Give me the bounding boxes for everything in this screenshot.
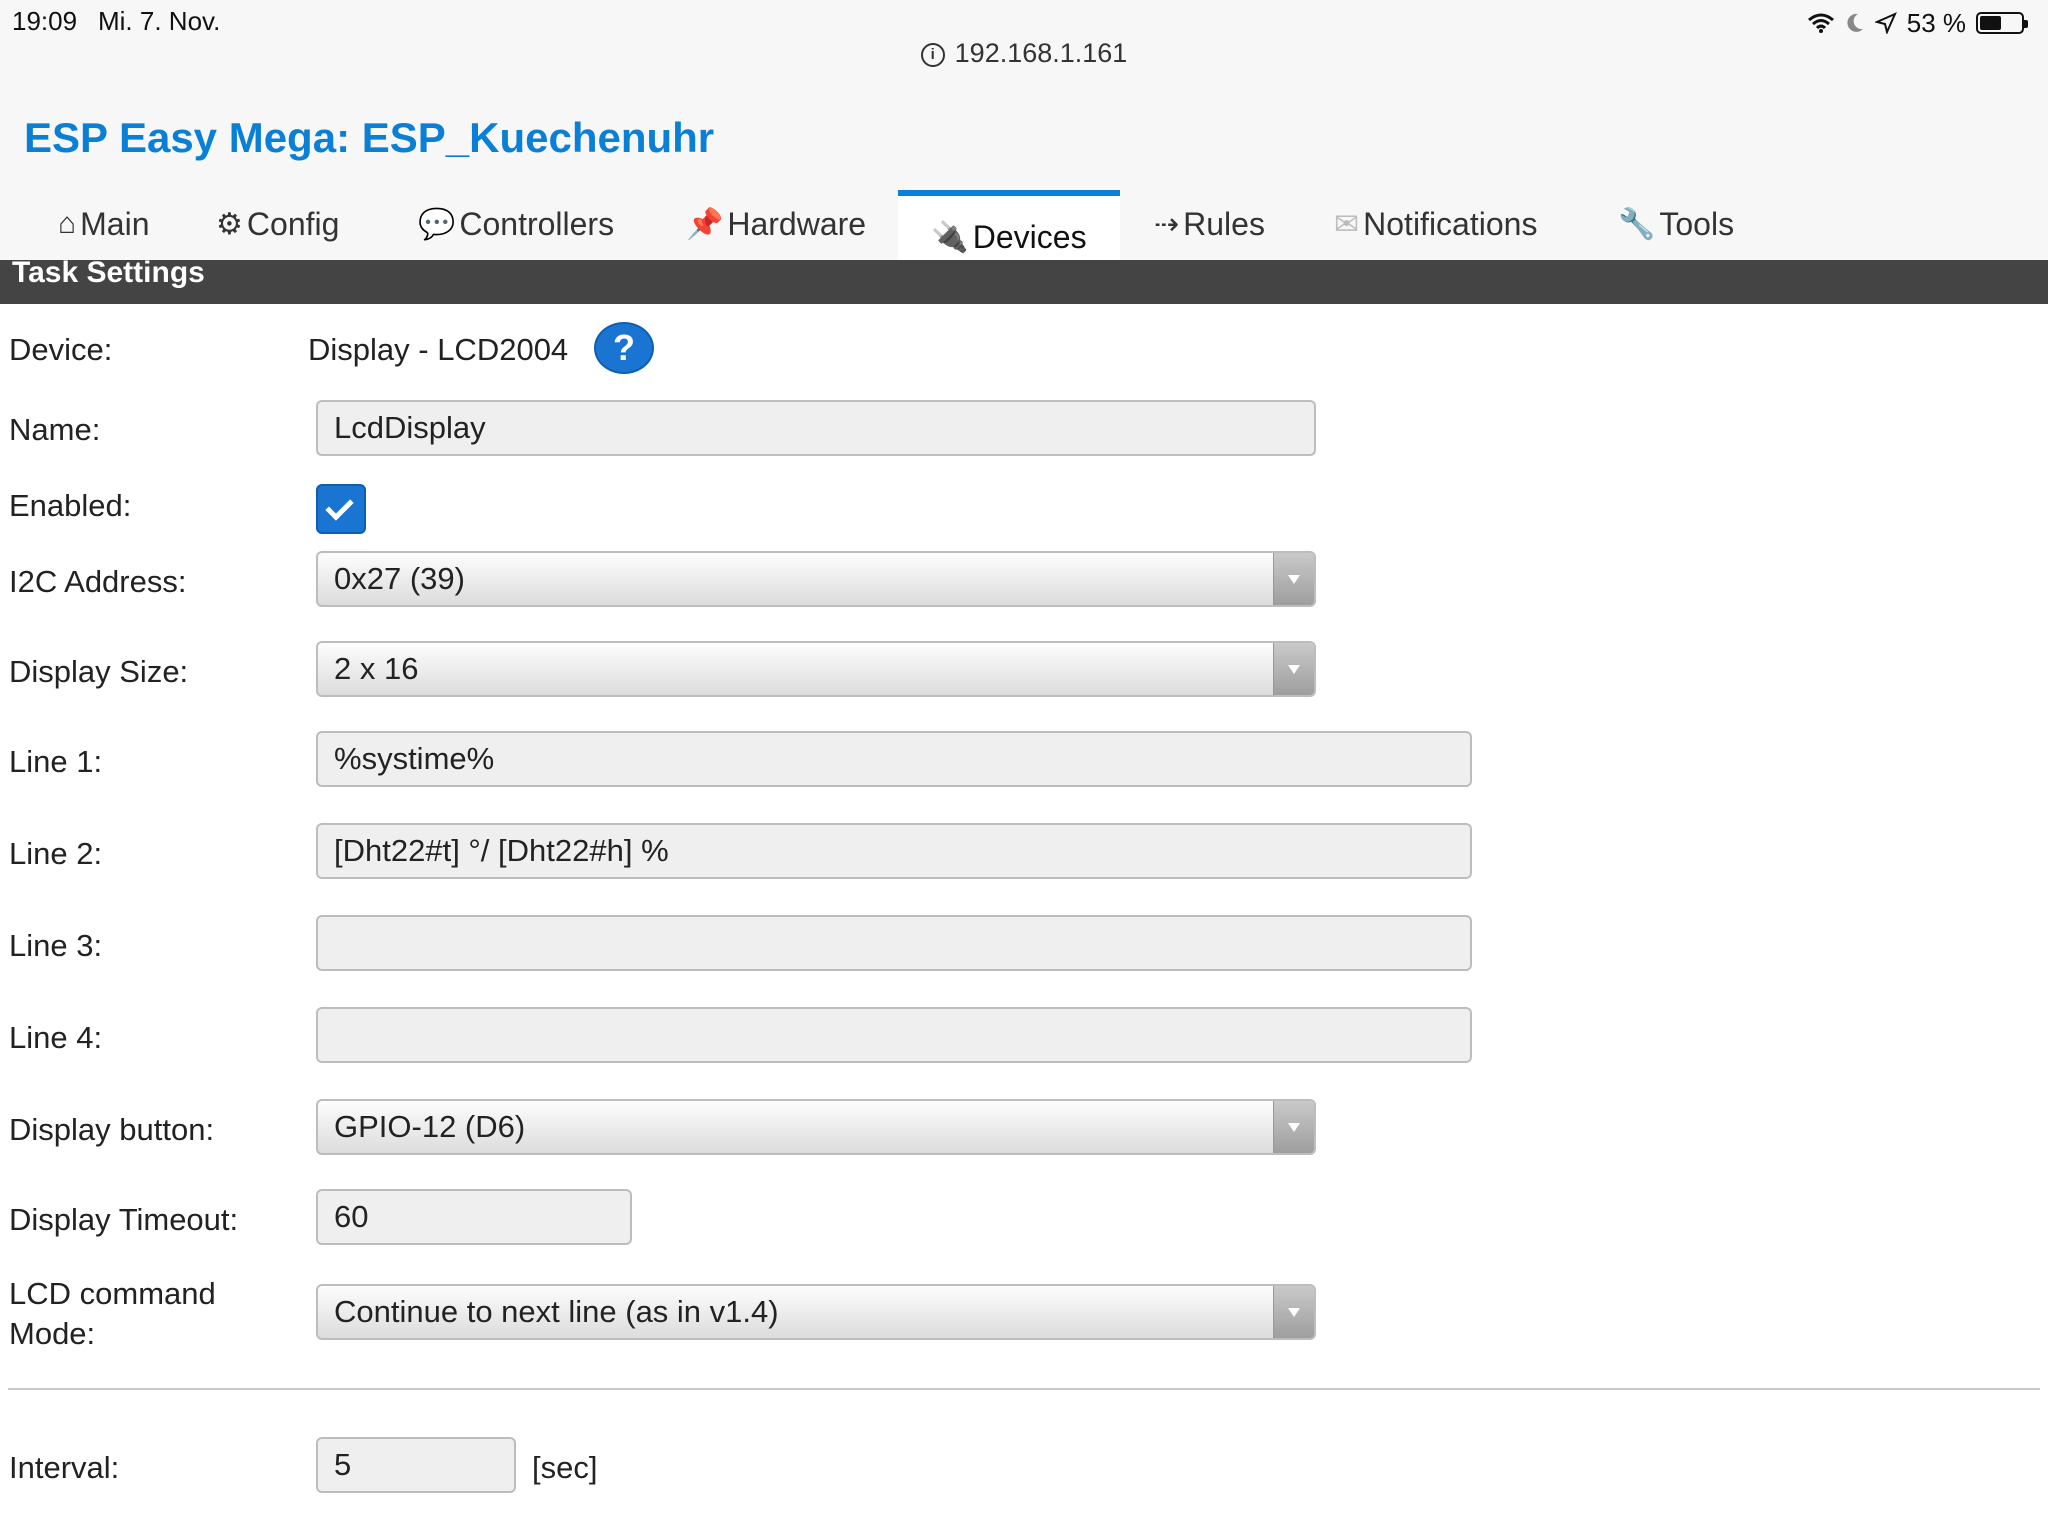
device-label: Device: bbox=[9, 332, 113, 367]
line1-label: Line 1: bbox=[9, 744, 103, 779]
display-size-select[interactable]: 2 x 16 bbox=[316, 641, 1316, 697]
battery-level bbox=[1980, 16, 2002, 30]
date: Mi. 7. Nov. bbox=[98, 6, 221, 36]
tab-label: Hardware bbox=[727, 205, 867, 242]
envelope-icon: ✉ bbox=[1334, 207, 1360, 241]
help-button[interactable]: ? bbox=[594, 322, 654, 374]
line4-label: Line 4: bbox=[9, 1020, 103, 1055]
display-button-select[interactable]: GPIO-12 (D6) bbox=[316, 1099, 1316, 1155]
lcd-command-mode-label-line1: LCD command bbox=[9, 1276, 216, 1311]
name-input[interactable]: LcdDisplay bbox=[316, 400, 1316, 456]
tab-label: Controllers bbox=[459, 205, 615, 242]
tab-label: Notifications bbox=[1363, 205, 1538, 242]
enabled-checkbox[interactable] bbox=[316, 484, 366, 534]
wifi-icon bbox=[1807, 13, 1834, 33]
line4-input[interactable] bbox=[316, 1007, 1472, 1063]
lcd-command-mode-select[interactable]: Continue to next line (as in v1.4) bbox=[316, 1284, 1316, 1340]
tab-controllers[interactable]: 💬 Controllers bbox=[418, 188, 614, 260]
interval-label: Interval: bbox=[9, 1450, 120, 1485]
tab-hardware[interactable]: 📌 Hardware bbox=[686, 188, 866, 260]
interval-unit: [sec] bbox=[532, 1450, 598, 1485]
device-value: Display - LCD2004 bbox=[308, 332, 569, 367]
ios-status-bar: 19:09 Mi. 7. Nov. 53 % i 192.168.1.161 bbox=[0, 0, 2048, 82]
address-bar[interactable]: i 192.168.1.161 bbox=[0, 38, 2048, 69]
interval-input[interactable]: 5 bbox=[316, 1437, 516, 1493]
plug-icon: 🔌 bbox=[931, 220, 969, 254]
chevron-down-icon bbox=[1273, 1286, 1314, 1338]
info-icon: i bbox=[920, 43, 945, 67]
tab-label: Devices bbox=[972, 218, 1087, 255]
status-icons: 53 % bbox=[1807, 6, 2028, 40]
chevron-down-icon bbox=[1273, 1101, 1314, 1153]
line3-label: Line 3: bbox=[9, 928, 103, 963]
lcd-command-mode-label: LCD command Mode: bbox=[9, 1274, 216, 1354]
enabled-label: Enabled: bbox=[9, 488, 132, 523]
tab-tools[interactable]: 🔧 Tools bbox=[1618, 188, 1734, 260]
display-size-value: 2 x 16 bbox=[334, 651, 419, 686]
chevron-down-icon bbox=[1273, 553, 1314, 605]
lcd-command-mode-label-line2: Mode: bbox=[9, 1316, 96, 1351]
tab-rules[interactable]: ⇢ Rules bbox=[1154, 188, 1265, 260]
i2c-address-select[interactable]: 0x27 (39) bbox=[316, 551, 1316, 607]
clock: 19:09 bbox=[12, 6, 78, 36]
tab-notifications[interactable]: ✉ Notifications bbox=[1334, 188, 1537, 260]
tab-label: Tools bbox=[1659, 205, 1735, 242]
display-timeout-label: Display Timeout: bbox=[9, 1202, 239, 1237]
battery-percentage: 53 % bbox=[1906, 7, 1966, 38]
display-size-label: Display Size: bbox=[9, 654, 189, 689]
i2c-address-label: I2C Address: bbox=[9, 564, 187, 599]
tab-label: Main bbox=[80, 205, 150, 242]
chevron-down-icon bbox=[1273, 643, 1314, 695]
display-button-value: GPIO-12 (D6) bbox=[334, 1109, 526, 1144]
page-header: ESP Easy Mega: ESP_Kuechenuhr ⌂ Main ⚙ Con… bbox=[0, 82, 2048, 278]
home-icon: ⌂ bbox=[58, 207, 77, 240]
display-timeout-input[interactable]: 60 bbox=[316, 1189, 632, 1245]
tab-main[interactable]: ⌂ Main bbox=[58, 188, 149, 260]
line3-input[interactable] bbox=[316, 915, 1472, 971]
lcd-command-mode-value: Continue to next line (as in v1.4) bbox=[334, 1294, 779, 1329]
page-title: ESP Easy Mega: ESP_Kuechenuhr bbox=[24, 114, 715, 161]
section-title: Task Settings bbox=[0, 258, 2048, 304]
speech-bubble-icon: 💬 bbox=[418, 207, 456, 241]
url-text: 192.168.1.161 bbox=[954, 38, 1128, 68]
divider bbox=[8, 1388, 2040, 1390]
arrow-right-icon: ⇢ bbox=[1154, 207, 1180, 241]
display-button-label: Display button: bbox=[9, 1112, 215, 1147]
i2c-address-value: 0x27 (39) bbox=[334, 561, 465, 596]
line1-input[interactable]: %systime% bbox=[316, 731, 1472, 787]
wrench-icon: 🔧 bbox=[1618, 207, 1656, 241]
moon-icon bbox=[1847, 13, 1863, 32]
tab-label: Rules bbox=[1183, 205, 1265, 242]
tab-label: Config bbox=[246, 205, 340, 242]
location-arrow-icon bbox=[1874, 12, 1897, 34]
battery-icon bbox=[1976, 12, 2028, 34]
line2-input[interactable]: [Dht22#t] °/ [Dht22#h] % bbox=[316, 823, 1472, 879]
name-label: Name: bbox=[9, 412, 101, 447]
pushpin-icon: 📌 bbox=[686, 207, 724, 241]
tab-config[interactable]: ⚙ Config bbox=[216, 188, 339, 260]
line2-label: Line 2: bbox=[9, 836, 103, 871]
gear-icon: ⚙ bbox=[216, 207, 243, 241]
